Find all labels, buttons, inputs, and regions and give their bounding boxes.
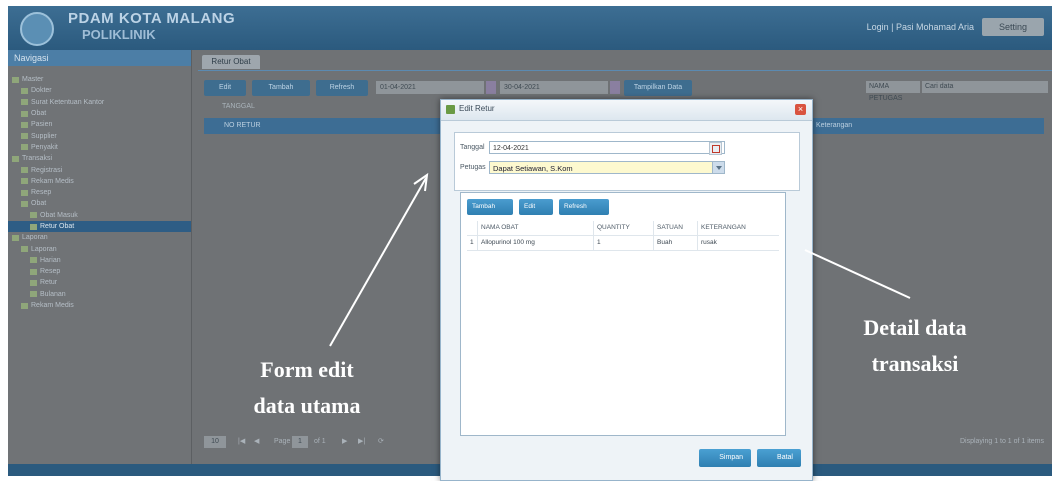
annotation-form-line1: Form edit [260,357,354,382]
annotation-detail-line1: Detail data [863,315,967,340]
line-to-detail [804,249,911,299]
annotation-detail-line2: transaksi [871,351,959,376]
annotation-form-line2: data utama [253,393,361,418]
annotation-detail: Detail data transaksi [830,310,1000,382]
arrow-to-form [329,177,427,347]
annotation-arrows [329,172,911,347]
annotation-form-edit: Form edit data utama [232,352,382,424]
